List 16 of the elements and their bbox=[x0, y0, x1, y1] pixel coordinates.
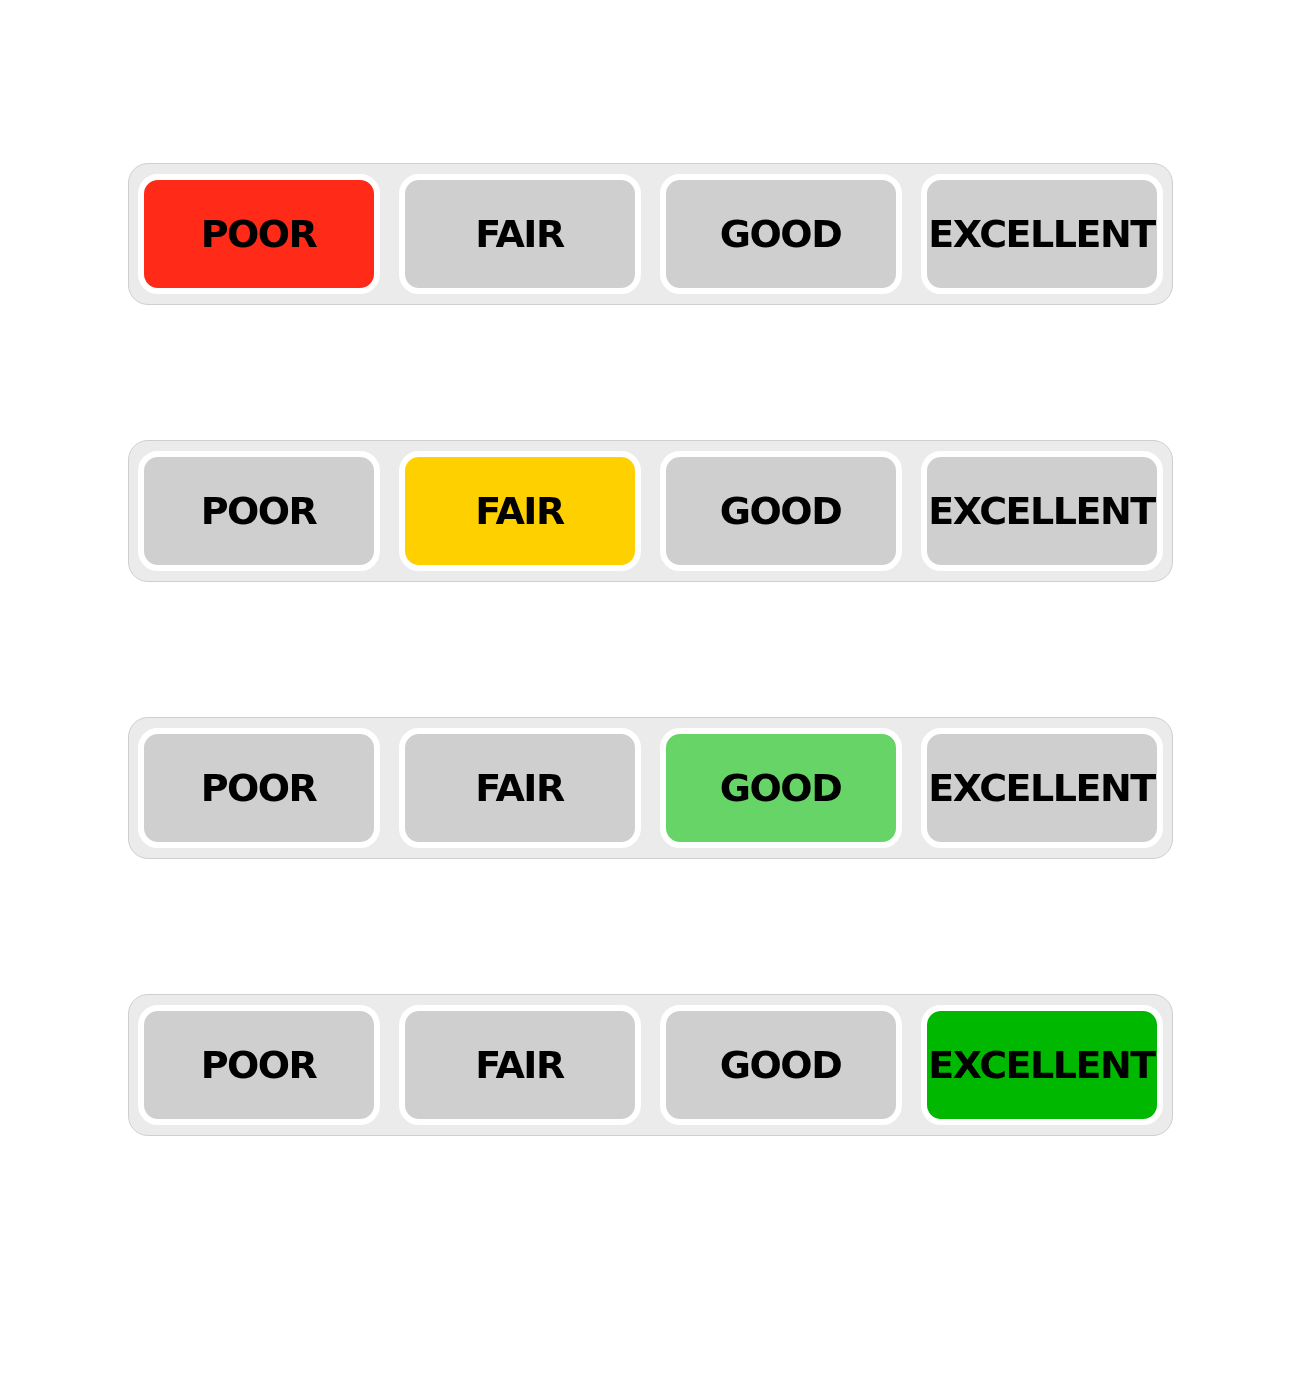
rating-option-button[interactable]: GOOD bbox=[659, 728, 902, 848]
rating-option-button[interactable]: FAIR bbox=[398, 174, 641, 294]
rating-option-button[interactable]: FAIR bbox=[398, 451, 641, 571]
rating-option-button[interactable]: FAIR bbox=[398, 728, 641, 848]
rating-option-button[interactable]: EXCELLENT bbox=[920, 1005, 1163, 1125]
rating-option-button[interactable]: GOOD bbox=[659, 174, 902, 294]
rating-option-button[interactable]: GOOD bbox=[659, 1005, 902, 1125]
rating-option-button[interactable]: FAIR bbox=[398, 1005, 641, 1125]
rating-option-button[interactable]: POOR bbox=[137, 451, 380, 571]
rating-option-button[interactable]: POOR bbox=[137, 728, 380, 848]
rating-option-button[interactable]: EXCELLENT bbox=[920, 174, 1163, 294]
rating-option-button[interactable]: GOOD bbox=[659, 451, 902, 571]
rating-option-button[interactable]: POOR bbox=[137, 174, 380, 294]
rating-option-button[interactable]: EXCELLENT bbox=[920, 451, 1163, 571]
rating-option-button[interactable]: POOR bbox=[137, 1005, 380, 1125]
rating-option-button[interactable]: EXCELLENT bbox=[920, 728, 1163, 848]
